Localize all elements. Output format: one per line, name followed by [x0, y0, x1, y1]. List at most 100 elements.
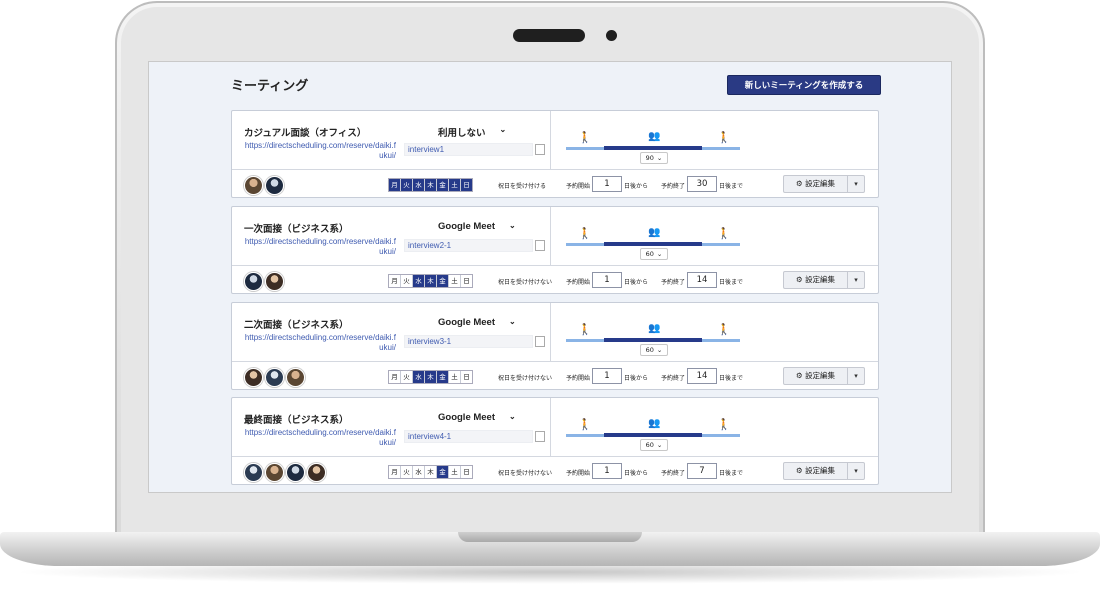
dropdown-caret-icon[interactable]: ▾: [848, 272, 864, 288]
meeting-duration-bar: [604, 146, 702, 150]
slug-field[interactable]: interview2-1: [404, 239, 533, 252]
weekday-toggle[interactable]: 月: [389, 371, 401, 383]
edit-settings-label: 設定編集: [805, 275, 836, 284]
avatar[interactable]: [265, 463, 284, 482]
weekday-toggle[interactable]: 日: [461, 371, 472, 383]
meeting-card-bottom: 月火水木金土日 祝日を受け付けない 予約開始 1 日後から 予約終了 14 日後…: [232, 362, 878, 389]
location-select[interactable]: Google Meet ⌄: [438, 221, 516, 232]
weekday-toggle[interactable]: 木: [425, 466, 437, 478]
edit-settings-main[interactable]: ⚙ 設定編集: [784, 176, 848, 192]
avatar[interactable]: [244, 463, 263, 482]
weekday-selector: 月火水木金土日: [388, 274, 473, 288]
duration-select[interactable]: 60 ⌄: [640, 439, 668, 451]
weekday-toggle[interactable]: 月: [389, 466, 401, 478]
chevron-down-icon: ⌄: [499, 125, 507, 134]
duration-select[interactable]: 60 ⌄: [640, 344, 668, 356]
avatar[interactable]: [307, 463, 326, 482]
avatar[interactable]: [286, 463, 305, 482]
weekday-toggle[interactable]: 月: [389, 275, 401, 287]
meeting-table-icon: 👥: [648, 323, 661, 334]
weekday-toggle[interactable]: 火: [401, 371, 413, 383]
copy-icon[interactable]: [532, 428, 545, 442]
location-select[interactable]: Google Meet ⌄: [438, 412, 516, 423]
create-meeting-button[interactable]: 新しいミーティングを作成する: [727, 75, 881, 95]
weekday-toggle[interactable]: 日: [461, 275, 472, 287]
location-select[interactable]: Google Meet ⌄: [438, 317, 516, 328]
weekday-toggle[interactable]: 日: [461, 179, 472, 191]
edit-settings-button[interactable]: ⚙ 設定編集 ▾: [783, 462, 865, 480]
slug-field[interactable]: interview4-1: [404, 430, 533, 443]
start-days-input[interactable]: 1: [592, 272, 622, 288]
edit-settings-button[interactable]: ⚙ 設定編集 ▾: [783, 175, 865, 193]
avatar[interactable]: [286, 368, 305, 387]
slug-field[interactable]: interview1: [404, 143, 533, 156]
edit-settings-label: 設定編集: [805, 179, 836, 188]
avatar[interactable]: [265, 368, 284, 387]
weekday-toggle[interactable]: 木: [425, 371, 437, 383]
end-days-input[interactable]: 7: [687, 463, 717, 479]
edit-settings-button[interactable]: ⚙ 設定編集 ▾: [783, 271, 865, 289]
start-days-input[interactable]: 1: [592, 176, 622, 192]
weekday-toggle[interactable]: 土: [449, 371, 461, 383]
location-select[interactable]: 利用しない ⌄: [438, 125, 506, 139]
avatar[interactable]: [265, 272, 284, 291]
weekday-toggle[interactable]: 金: [437, 371, 449, 383]
weekday-toggle[interactable]: 火: [401, 275, 413, 287]
holiday-setting[interactable]: 祝日を受け付けない: [498, 277, 552, 286]
weekday-toggle[interactable]: 水: [413, 466, 425, 478]
end-days-input[interactable]: 14: [687, 272, 717, 288]
avatar[interactable]: [244, 368, 263, 387]
dropdown-caret-icon[interactable]: ▾: [848, 176, 864, 192]
reservation-url[interactable]: https://directscheduling.com/reserve/dai…: [244, 141, 396, 161]
gear-icon: ⚙: [795, 371, 803, 380]
slug-field[interactable]: interview3-1: [404, 335, 533, 348]
copy-icon[interactable]: [532, 141, 545, 155]
weekday-toggle[interactable]: 木: [425, 179, 437, 191]
dropdown-caret-icon[interactable]: ▾: [848, 368, 864, 384]
weekday-toggle[interactable]: 火: [401, 466, 413, 478]
days-from-label: 日後から: [624, 183, 649, 190]
chevron-down-icon: ⌄: [509, 221, 516, 230]
buffer-after-bar: [702, 434, 740, 437]
copy-icon[interactable]: [532, 237, 545, 251]
weekday-toggle[interactable]: 木: [425, 275, 437, 287]
start-days-input[interactable]: 1: [592, 463, 622, 479]
meeting-name: 最終面接（ビジネス系）: [244, 415, 349, 426]
end-days-input[interactable]: 30: [687, 176, 717, 192]
weekday-toggle[interactable]: 金: [437, 466, 449, 478]
location-value: 利用しない: [438, 128, 486, 139]
edit-settings-main[interactable]: ⚙ 設定編集: [784, 272, 848, 288]
edit-settings-main[interactable]: ⚙ 設定編集: [784, 368, 848, 384]
weekday-toggle[interactable]: 月: [389, 179, 401, 191]
holiday-setting[interactable]: 祝日を受け付けない: [498, 373, 552, 382]
reservation-url[interactable]: https://directscheduling.com/reserve/dai…: [244, 428, 396, 448]
avatar[interactable]: [265, 176, 284, 195]
weekday-toggle[interactable]: 日: [461, 466, 472, 478]
end-days-input[interactable]: 14: [687, 368, 717, 384]
reservation-url[interactable]: https://directscheduling.com/reserve/dai…: [244, 237, 396, 257]
copy-icon[interactable]: [532, 333, 545, 347]
reservation-url[interactable]: https://directscheduling.com/reserve/dai…: [244, 333, 396, 353]
edit-settings-button[interactable]: ⚙ 設定編集 ▾: [783, 367, 865, 385]
duration-select[interactable]: 60 ⌄: [640, 248, 668, 260]
weekday-toggle[interactable]: 土: [449, 466, 461, 478]
weekday-toggle[interactable]: 火: [401, 179, 413, 191]
avatar[interactable]: [244, 272, 263, 291]
start-days-input[interactable]: 1: [592, 368, 622, 384]
days-until-label: 日後まで: [719, 279, 744, 286]
weekday-toggle[interactable]: 水: [413, 371, 425, 383]
weekday-toggle[interactable]: 金: [437, 179, 449, 191]
meeting-card-bottom: 月火水木金土日 祝日を受け付けない 予約開始 1 日後から 予約終了 14 日後…: [232, 266, 878, 293]
duration-select[interactable]: 90 ⌄: [640, 152, 668, 164]
weekday-toggle[interactable]: 土: [449, 179, 461, 191]
dropdown-caret-icon[interactable]: ▾: [848, 463, 864, 479]
chevron-down-icon: ⌄: [656, 154, 663, 162]
holiday-setting[interactable]: 祝日を受け付ける: [498, 181, 546, 190]
edit-settings-main[interactable]: ⚙ 設定編集: [784, 463, 848, 479]
avatar[interactable]: [244, 176, 263, 195]
weekday-toggle[interactable]: 水: [413, 275, 425, 287]
weekday-toggle[interactable]: 金: [437, 275, 449, 287]
weekday-toggle[interactable]: 土: [449, 275, 461, 287]
weekday-toggle[interactable]: 水: [413, 179, 425, 191]
holiday-setting[interactable]: 祝日を受け付けない: [498, 468, 552, 477]
